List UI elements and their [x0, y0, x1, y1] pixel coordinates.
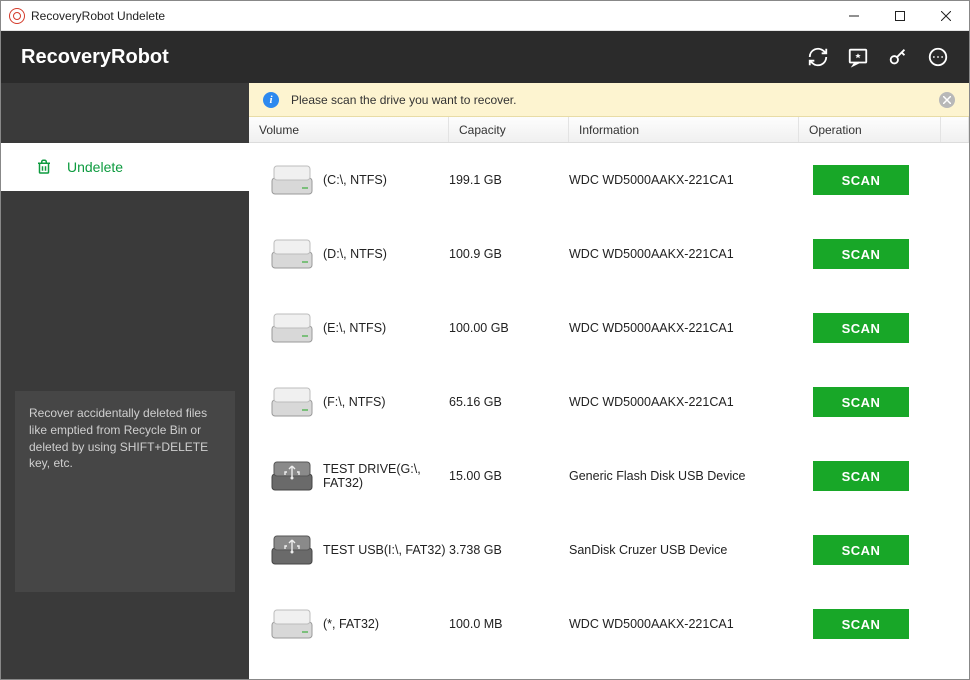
drive-row[interactable]: (F:\, NTFS)65.16 GBWDC WD5000AAKX-221CA1…: [249, 365, 969, 439]
drive-row[interactable]: (D:\, NTFS)100.9 GBWDC WD5000AAKX-221CA1…: [249, 217, 969, 291]
drive-info: WDC WD5000AAKX-221CA1: [569, 395, 799, 409]
drive-capacity: 65.16 GB: [449, 395, 569, 409]
hdd-drive-icon: [269, 236, 315, 272]
drive-row[interactable]: TEST USB(I:\, FAT32)3.738 GBSanDisk Cruz…: [249, 513, 969, 587]
drive-name: (C:\, NTFS): [323, 173, 449, 187]
scan-button[interactable]: SCAN: [813, 313, 909, 343]
drive-row[interactable]: TEST DRIVE(G:\, FAT32)15.00 GBGeneric Fl…: [249, 439, 969, 513]
refresh-icon[interactable]: [805, 44, 831, 70]
notice-text: Please scan the drive you want to recove…: [291, 93, 516, 107]
drive-name: (F:\, NTFS): [323, 395, 449, 409]
feedback-icon[interactable]: [845, 44, 871, 70]
notice-bar: i Please scan the drive you want to reco…: [249, 83, 969, 117]
drive-capacity: 100.00 GB: [449, 321, 569, 335]
drive-info: WDC WD5000AAKX-221CA1: [569, 617, 799, 631]
app-icon: [9, 8, 25, 24]
col-capacity[interactable]: Capacity: [449, 117, 569, 142]
usb-drive-icon: [269, 458, 315, 494]
brand-label: RecoveryRobot: [21, 46, 169, 69]
key-icon[interactable]: [885, 44, 911, 70]
scan-button[interactable]: SCAN: [813, 165, 909, 195]
usb-drive-icon: [269, 532, 315, 568]
sidebar: Undelete Recover accidentally deleted fi…: [1, 83, 249, 679]
drive-name: (*, FAT32): [323, 617, 449, 631]
scan-button[interactable]: SCAN: [813, 239, 909, 269]
drive-capacity: 3.738 GB: [449, 543, 569, 557]
info-icon: i: [263, 92, 279, 108]
drive-name: (E:\, NTFS): [323, 321, 449, 335]
drive-info: WDC WD5000AAKX-221CA1: [569, 173, 799, 187]
drive-info: Generic Flash Disk USB Device: [569, 469, 799, 483]
app-window: RecoveryRobot Undelete RecoveryRobot: [0, 0, 970, 680]
scan-button[interactable]: SCAN: [813, 609, 909, 639]
drive-row[interactable]: (E:\, NTFS)100.00 GBWDC WD5000AAKX-221CA…: [249, 291, 969, 365]
window-maximize-button[interactable]: [877, 1, 923, 31]
col-information[interactable]: Information: [569, 117, 799, 142]
drive-name: (D:\, NTFS): [323, 247, 449, 261]
drive-capacity: 100.0 MB: [449, 617, 569, 631]
window-title: RecoveryRobot Undelete: [31, 9, 165, 23]
scan-button[interactable]: SCAN: [813, 461, 909, 491]
notice-close-button[interactable]: [939, 92, 955, 108]
col-volume[interactable]: Volume: [249, 117, 449, 142]
drive-name: TEST DRIVE(G:\, FAT32): [323, 462, 449, 490]
drive-capacity: 199.1 GB: [449, 173, 569, 187]
drive-info: SanDisk Cruzer USB Device: [569, 543, 799, 557]
window-minimize-button[interactable]: [831, 1, 877, 31]
sidebar-description: Recover accidentally deleted files like …: [15, 391, 235, 592]
hdd-drive-icon: [269, 384, 315, 420]
hdd-drive-icon: [269, 310, 315, 346]
more-icon[interactable]: [925, 44, 951, 70]
trash-icon: [35, 158, 53, 176]
drive-name: TEST USB(I:\, FAT32): [323, 543, 449, 557]
hdd-drive-icon: [269, 162, 315, 198]
drive-info: WDC WD5000AAKX-221CA1: [569, 321, 799, 335]
sidebar-item-undelete[interactable]: Undelete: [1, 143, 249, 191]
app-header: RecoveryRobot: [1, 31, 969, 83]
column-header: Volume Capacity Information Operation: [249, 117, 969, 143]
main-panel: i Please scan the drive you want to reco…: [249, 83, 969, 679]
scan-button[interactable]: SCAN: [813, 535, 909, 565]
drive-capacity: 15.00 GB: [449, 469, 569, 483]
drive-info: WDC WD5000AAKX-221CA1: [569, 247, 799, 261]
hdd-drive-icon: [269, 606, 315, 642]
sidebar-item-label: Undelete: [67, 159, 123, 175]
scan-button[interactable]: SCAN: [813, 387, 909, 417]
drive-capacity: 100.9 GB: [449, 247, 569, 261]
drive-row[interactable]: (*, FAT32)100.0 MBWDC WD5000AAKX-221CA1 S…: [249, 587, 969, 661]
drive-row[interactable]: (C:\, NTFS)199.1 GBWDC WD5000AAKX-221CA1…: [249, 143, 969, 217]
drive-list: (C:\, NTFS)199.1 GBWDC WD5000AAKX-221CA1…: [249, 143, 969, 679]
window-close-button[interactable]: [923, 1, 969, 31]
title-bar: RecoveryRobot Undelete: [1, 1, 969, 31]
col-operation[interactable]: Operation: [799, 117, 941, 142]
